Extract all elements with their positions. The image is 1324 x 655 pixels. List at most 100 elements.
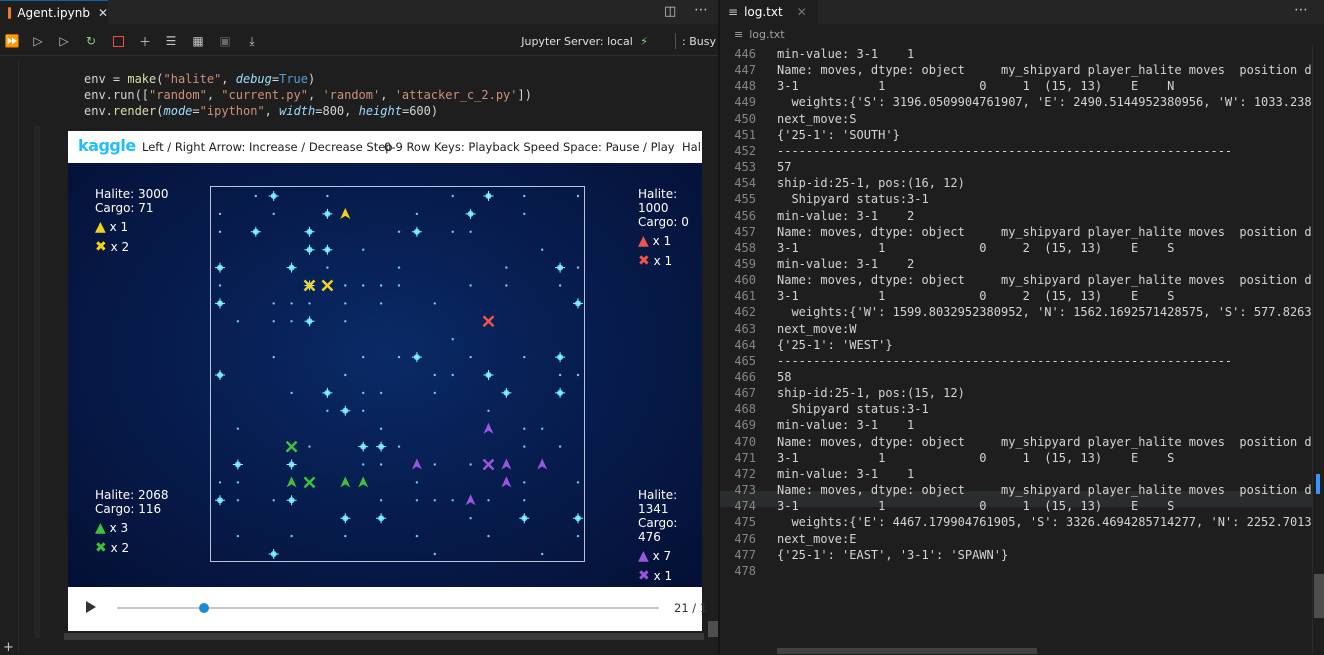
notebook-editor: Agent.ipynb ✕ ◫ ⋯ ⏩ ▷ ▷ ↻ ＋ ☰ ▦ ▣ ⤓ Jupy… xyxy=(0,0,718,655)
halite-star-rays xyxy=(322,387,333,398)
data-viewer-icon[interactable]: ▦ xyxy=(190,33,206,49)
halite-dot xyxy=(576,266,580,269)
line-number: 472 xyxy=(734,466,756,481)
halite-game-canvas[interactable]: Halite: 3000 Cargo: 71 ▲ x 1 ✖ x 2 Halit… xyxy=(68,163,702,587)
run-below-icon[interactable]: ▷ xyxy=(56,33,72,49)
log-line: weights:{'W': 1599.8032952380952, 'N': 1… xyxy=(777,305,1324,320)
hint-more: Hali xyxy=(682,140,702,154)
ship-icon: ▲ xyxy=(638,548,649,564)
halite-dot xyxy=(308,445,311,448)
player-1-cargo: Cargo: 71 xyxy=(95,201,154,215)
log-line: min-value: 3-1 2 xyxy=(777,256,915,271)
log-scrollbar-thumb[interactable] xyxy=(1314,574,1324,618)
halite-dot xyxy=(308,302,311,305)
log-line: min-value: 3-1 2 xyxy=(777,208,915,223)
halite-dot xyxy=(415,534,419,538)
halite-star-rays xyxy=(215,495,225,506)
play-icon[interactable] xyxy=(86,601,96,613)
right-tab-bar: ≡ log.txt ✕ ⋯ xyxy=(720,0,1324,24)
halite-star-rays xyxy=(286,495,297,506)
player-3-yards: ✖ x 2 xyxy=(95,540,130,556)
log-line: ship-id:25-1, pos:(15, 12) xyxy=(777,386,965,401)
halite-star-rays xyxy=(340,513,351,524)
board-svg xyxy=(215,191,583,559)
halite-dot xyxy=(576,534,580,538)
save-icon[interactable]: ▣ xyxy=(217,33,233,49)
text-file-icon: ≡ xyxy=(728,5,739,19)
restart-icon[interactable]: ↻ xyxy=(83,33,99,49)
halite-dot xyxy=(433,373,436,377)
halite-dot xyxy=(326,194,329,198)
log-line: ----------------------------------------… xyxy=(777,353,1233,368)
line-number: 463 xyxy=(734,321,756,336)
tab-log-txt[interactable]: ≡ log.txt ✕ xyxy=(720,0,818,24)
notebook-scrollbar-thumb[interactable] xyxy=(708,621,718,637)
halite-star-rays xyxy=(286,262,297,273)
halite-dot xyxy=(218,284,222,287)
shipyard-icon xyxy=(285,440,298,453)
halite-star-rays xyxy=(286,459,297,470)
ship-icon xyxy=(340,207,351,219)
log-line: 57 xyxy=(777,160,792,175)
log-vertical-scrollbar[interactable] xyxy=(1312,44,1324,654)
close-icon[interactable]: ✕ xyxy=(797,5,807,19)
line-number: 460 xyxy=(734,273,756,288)
interrupt-icon[interactable] xyxy=(110,33,126,49)
player-4-halite: Halite: 1341 xyxy=(638,488,678,516)
jupyter-server-status[interactable]: Jupyter Server: local ⚡ xyxy=(521,35,648,48)
ship-icon: ▲ xyxy=(638,233,649,249)
notebook-toolbar: ⏩ ▷ ▷ ↻ ＋ ☰ ▦ ▣ ⤓ Jupyter Server: local … xyxy=(0,27,718,56)
tab-agent-notebook[interactable]: Agent.ipynb ✕ xyxy=(0,0,108,24)
add-icon[interactable]: + xyxy=(3,640,14,655)
line-number: 447 xyxy=(734,63,756,78)
run-all-icon[interactable]: ⏩ xyxy=(4,33,20,49)
split-editor-icon[interactable]: ◫ xyxy=(664,4,676,19)
player-1-yards: ✖ x 2 xyxy=(95,239,130,255)
halite-dot xyxy=(397,266,401,269)
playback-controls: 21 / 1 xyxy=(68,587,707,631)
run-above-icon[interactable]: ▷ xyxy=(30,33,46,49)
step-slider-thumb[interactable] xyxy=(198,603,209,613)
log-line: 3-1 1 0 2 (15, 13) E S xyxy=(777,240,1175,255)
kernel-status[interactable]: : Busy xyxy=(682,35,716,48)
ship-icon xyxy=(340,476,351,488)
halite-dot xyxy=(344,534,347,538)
log-horizontal-scrollbar[interactable] xyxy=(777,648,1037,654)
halite-dot xyxy=(218,212,222,216)
line-number: 448 xyxy=(734,79,756,94)
scroll-position-marker xyxy=(1316,474,1320,494)
halite-dot xyxy=(272,212,275,216)
log-line: Name: moves, dtype: object my_shipyard p… xyxy=(777,434,1324,449)
halite-dot xyxy=(505,284,508,287)
more-actions-icon[interactable]: ⋯ xyxy=(694,2,708,18)
add-cell-icon[interactable]: ＋ xyxy=(137,33,153,49)
log-line: 3-1 1 0 1 (15, 13) E S xyxy=(777,499,1175,514)
code-line-2: env.run(["random", "current.py", 'random… xyxy=(84,88,532,102)
log-line: min-value: 3-1 1 xyxy=(777,466,915,481)
halite-dot xyxy=(523,445,526,448)
code-cell[interactable]: env = make("halite", debug=True) env.run… xyxy=(64,64,704,120)
variables-icon[interactable]: ☰ xyxy=(163,33,179,49)
halite-dot xyxy=(433,391,436,395)
halite-dot xyxy=(236,427,240,430)
halite-dot xyxy=(344,302,347,305)
log-line: next_move:S xyxy=(777,111,857,126)
close-icon[interactable]: ✕ xyxy=(98,6,108,20)
halite-dot xyxy=(379,427,383,430)
text-file-icon: ≡ xyxy=(734,28,744,41)
halite-dot xyxy=(362,248,365,251)
export-icon[interactable]: ⤓ xyxy=(244,33,260,49)
halite-dot xyxy=(236,534,240,538)
output-horizontal-scrollbar[interactable] xyxy=(64,633,704,640)
halite-dot xyxy=(272,320,275,323)
line-number: 449 xyxy=(734,95,756,110)
halite-dot xyxy=(451,373,454,377)
shipyard-icon xyxy=(303,476,316,489)
log-line: Name: moves, dtype: object my_shipyard p… xyxy=(777,224,1324,239)
halite-star-rays xyxy=(250,226,261,237)
breadcrumb[interactable]: ≡ log.txt xyxy=(734,28,785,41)
log-line: Shipyard status:3-1 xyxy=(777,192,929,207)
halite-dot xyxy=(344,320,347,323)
halite-dot xyxy=(576,194,580,198)
more-actions-icon[interactable]: ⋯ xyxy=(1294,2,1308,18)
